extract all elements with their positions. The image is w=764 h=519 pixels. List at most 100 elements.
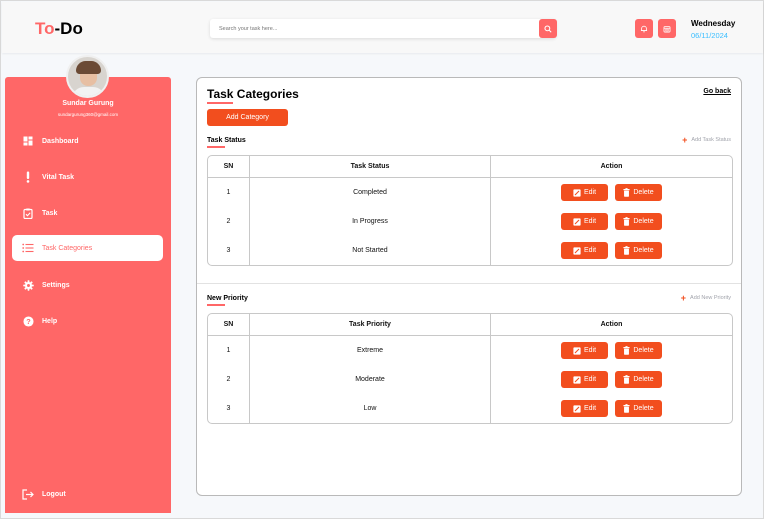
top-bar: To-Do Wednesday 06/11/2024	[2, 2, 763, 53]
table-row: 3 Not Started Edit Delete	[208, 236, 732, 265]
table-row: 1 Extreme Edit Delete	[208, 336, 732, 365]
row-name: In Progress	[250, 207, 491, 236]
row-name: Not Started	[250, 236, 491, 265]
clipboard-check-icon	[22, 207, 34, 219]
row-sn: 2	[208, 207, 250, 236]
table-header: SN Task Priority Action	[208, 314, 732, 336]
edit-icon	[573, 188, 581, 197]
help-icon: ?	[22, 315, 34, 327]
table-row: 3 Low Edit Delete	[208, 394, 732, 423]
delete-button[interactable]: Delete	[615, 342, 662, 359]
add-task-status-button[interactable]: + Add Task Status	[682, 135, 731, 145]
row-sn: 1	[208, 178, 250, 207]
go-back-link[interactable]: Go back	[703, 88, 731, 95]
sidebar-item-label: Help	[42, 317, 58, 325]
sidebar-item-dashboard[interactable]: Dashboard	[12, 128, 163, 154]
avatar	[66, 55, 109, 98]
sidebar-item-label: Vital Task	[42, 173, 75, 181]
delete-button[interactable]: Delete	[615, 371, 662, 388]
task-priority-table: SN Task Priority Action 1 Extreme Edit D…	[207, 313, 733, 424]
edit-button[interactable]: Edit	[561, 342, 608, 359]
sidebar-item-label: Dashboard	[42, 137, 79, 145]
sidebar-item-settings[interactable]: Settings	[12, 272, 163, 298]
edit-icon	[573, 217, 581, 226]
gear-icon	[22, 279, 34, 291]
table-header: SN Task Status Action	[208, 156, 732, 178]
row-sn: 3	[208, 394, 250, 423]
section-underline	[207, 304, 225, 306]
delete-button[interactable]: Delete	[615, 242, 662, 259]
sidebar-item-label: Settings	[42, 281, 70, 289]
search-bar	[210, 19, 557, 38]
row-sn: 1	[208, 336, 250, 365]
title-underline	[207, 102, 233, 104]
row-sn: 3	[208, 236, 250, 265]
edit-button[interactable]: Edit	[561, 371, 608, 388]
search-button[interactable]	[539, 19, 557, 38]
plus-icon: +	[682, 135, 688, 145]
row-sn: 2	[208, 365, 250, 394]
edit-icon	[573, 404, 581, 413]
calendar-button[interactable]	[658, 19, 676, 38]
trash-icon	[623, 346, 630, 355]
app-frame: To-Do Wednesday 06/11/2024 Sundar Gurung…	[0, 0, 764, 519]
section-underline	[207, 146, 225, 148]
task-status-table: SN Task Status Action 1 Completed Edit D…	[207, 155, 733, 266]
current-date: 06/11/2024	[691, 31, 728, 40]
svg-text:?: ?	[26, 317, 31, 326]
table-row: 1 Completed Edit Delete	[208, 178, 732, 207]
add-new-priority-button[interactable]: + Add New Priority	[680, 293, 731, 303]
page-title: Task Categories	[207, 87, 299, 101]
column-header-sn: SN	[208, 314, 250, 335]
bell-icon	[640, 25, 648, 32]
user-name: Sundar Gurung	[62, 100, 114, 107]
delete-button[interactable]: Delete	[615, 400, 662, 417]
app-logo: To-Do	[35, 19, 83, 38]
table-row: 2 Moderate Edit Delete	[208, 365, 732, 394]
sidebar-item-label: Task	[42, 209, 58, 217]
edit-button[interactable]: Edit	[561, 184, 608, 201]
edit-icon	[573, 246, 581, 255]
list-icon	[22, 242, 34, 254]
sidebar-item-task[interactable]: Task	[12, 200, 163, 226]
trash-icon	[623, 188, 630, 197]
current-day: Wednesday	[691, 19, 736, 28]
dashboard-icon	[22, 135, 34, 147]
row-name: Moderate	[250, 365, 491, 394]
plus-icon: +	[680, 293, 687, 303]
row-name: Low	[250, 394, 491, 423]
row-name: Extreme	[250, 336, 491, 365]
calendar-icon	[663, 25, 671, 32]
edit-button[interactable]: Edit	[561, 213, 608, 230]
sidebar-item-task-categories[interactable]: Task Categories	[12, 235, 163, 261]
column-header-action: Action	[600, 321, 623, 328]
column-header-sn: SN	[208, 156, 250, 177]
logout-button[interactable]: Logout	[12, 481, 163, 507]
sidebar-item-help[interactable]: ? Help	[12, 308, 163, 334]
task-status-title: Task Status	[207, 137, 246, 144]
logout-label: Logout	[42, 490, 66, 498]
table-row: 2 In Progress Edit Delete	[208, 207, 732, 236]
search-input[interactable]	[219, 22, 529, 35]
search-icon	[544, 24, 552, 33]
section-divider	[197, 283, 741, 284]
trash-icon	[623, 246, 630, 255]
row-name: Completed	[250, 178, 491, 207]
delete-button[interactable]: Delete	[615, 213, 662, 230]
edit-icon	[573, 375, 581, 384]
add-category-button[interactable]: Add Category	[207, 109, 288, 126]
new-priority-title: New Priority	[207, 295, 248, 302]
delete-button[interactable]: Delete	[615, 184, 662, 201]
edit-button[interactable]: Edit	[561, 400, 608, 417]
edit-icon	[573, 346, 581, 355]
column-header-task-status: Task Status	[250, 156, 491, 177]
trash-icon	[623, 404, 630, 413]
column-header-action: Action	[600, 163, 623, 170]
user-email: sundargurung360@gmail.com	[57, 112, 119, 117]
exclamation-icon	[22, 171, 34, 183]
edit-button[interactable]: Edit	[561, 242, 608, 259]
sidebar-item-vital-task[interactable]: Vital Task	[12, 164, 163, 190]
column-header-task-priority: Task Priority	[250, 314, 491, 335]
trash-icon	[623, 217, 630, 226]
notification-button[interactable]	[635, 19, 653, 38]
